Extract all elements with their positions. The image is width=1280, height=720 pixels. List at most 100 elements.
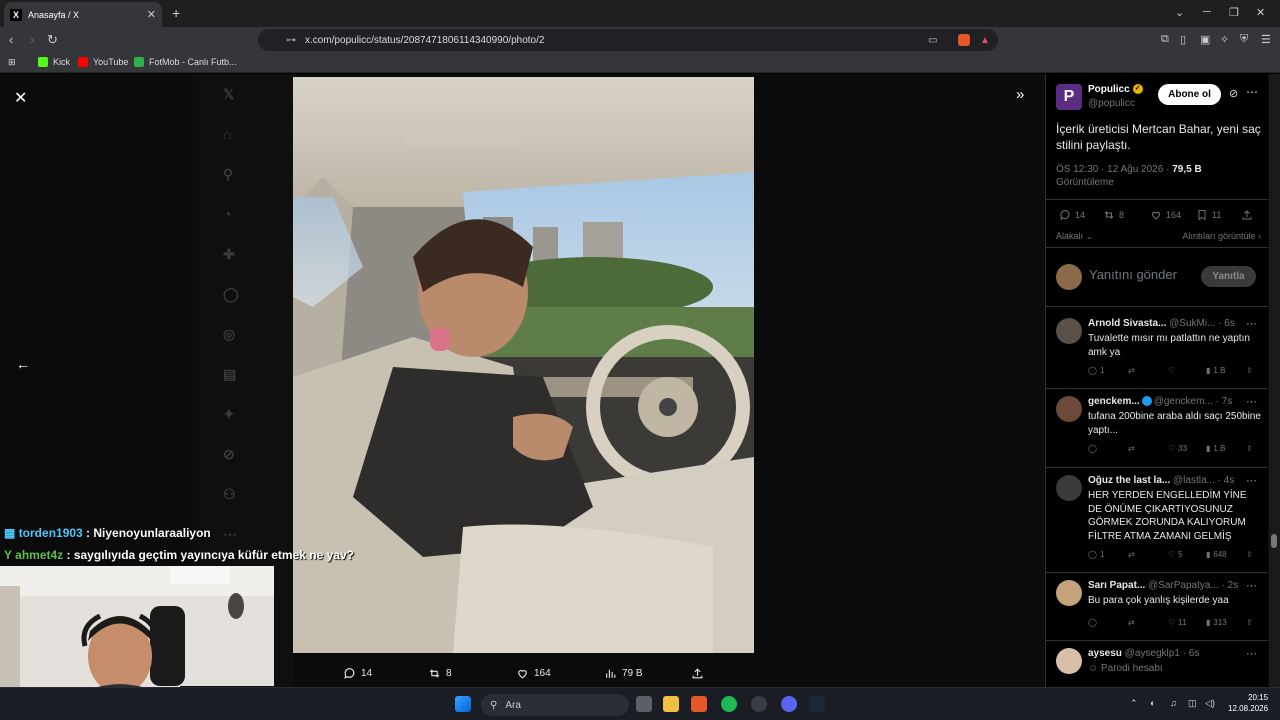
app-icon[interactable]	[751, 696, 767, 712]
repost-icon[interactable]: ⇄	[1128, 444, 1135, 453]
heart-icon[interactable]: ♡ 33	[1168, 444, 1187, 453]
minimize-icon[interactable]: ─	[1203, 6, 1211, 18]
brave-rewards-icon[interactable]: ▲	[980, 35, 990, 46]
reply-icon[interactable]: ◯	[1088, 618, 1097, 627]
share-icon[interactable]: ⇪	[1246, 618, 1253, 627]
brave-shield-icon[interactable]	[958, 34, 970, 46]
sidebar-icon[interactable]: ▯	[1180, 33, 1186, 46]
leo-ai-icon[interactable]: ✧	[1220, 33, 1229, 46]
author-name[interactable]: Populicc ✓	[1088, 84, 1143, 95]
grok-explain-icon[interactable]: ⊘	[1229, 87, 1238, 100]
scrollbar-thumb[interactable]	[1271, 534, 1277, 548]
share-icon[interactable]: ⇪	[1246, 550, 1253, 559]
reply-avatar[interactable]	[1056, 318, 1082, 344]
address-bar[interactable]: ⊶ x.com/populicc/status/2087471806114340…	[258, 29, 998, 51]
reply-icon[interactable]: ◯ 1	[1088, 366, 1104, 375]
share-action[interactable]	[691, 667, 704, 680]
file-explorer-icon[interactable]	[663, 696, 679, 712]
reply-stat[interactable]: 14	[1059, 209, 1085, 221]
repost-action[interactable]: 8	[428, 667, 452, 680]
cast-icon[interactable]: ▭	[928, 35, 937, 46]
windows-start-icon[interactable]	[455, 696, 471, 712]
maximize-icon[interactable]: ❐	[1229, 6, 1239, 19]
more-options-icon[interactable]: ⋯	[1246, 474, 1257, 487]
reply-item[interactable]: aysesu @aysegklp1 · 6s ⋯ ☺ Parodi hesabı	[1046, 644, 1268, 687]
like-action[interactable]: 164	[516, 667, 551, 680]
bookmark-kick[interactable]: Kick	[38, 57, 70, 67]
back-icon[interactable]: ‹	[9, 32, 13, 47]
more-options-icon[interactable]: ⋯	[1246, 317, 1257, 330]
menu-icon[interactable]: ☰	[1261, 33, 1271, 46]
forward-icon[interactable]: ›	[30, 32, 34, 47]
close-viewer-icon[interactable]: ✕	[14, 88, 27, 108]
repost-icon[interactable]: ⇄	[1128, 618, 1135, 627]
reply-icon[interactable]: ◯ 1	[1088, 550, 1104, 559]
bookmark-youtube[interactable]: YouTube	[78, 57, 128, 67]
repost-icon[interactable]: ⇄	[1128, 550, 1135, 559]
extensions-icon[interactable]: ⧉	[1161, 33, 1169, 46]
reply-item[interactable]: Arnold Sivasta... @SukMi... · 6s ⋯ Tuval…	[1046, 314, 1268, 386]
author-handle[interactable]: @populicc	[1088, 98, 1135, 109]
reply-icon[interactable]: ◯	[1088, 444, 1097, 453]
page-scrollbar[interactable]	[1269, 74, 1280, 687]
browser-tab[interactable]: X Anasayfa / X ✕	[4, 2, 162, 27]
more-options-icon[interactable]: ⋯	[1246, 85, 1258, 99]
more-options-icon[interactable]: ⋯	[1246, 395, 1257, 408]
heart-icon[interactable]: ♡ 11	[1168, 618, 1186, 627]
views-action[interactable]: 79 B	[604, 667, 643, 680]
sort-dropdown[interactable]: Alakalı ⌄	[1056, 231, 1093, 241]
tray-app-icon[interactable]: ◐	[1150, 698, 1155, 708]
share-icon[interactable]: ⇪	[1246, 444, 1253, 453]
share-stat[interactable]	[1241, 209, 1253, 221]
like-stat[interactable]: 164	[1150, 209, 1181, 221]
spotify-icon[interactable]	[721, 696, 737, 712]
follow-button[interactable]: Abone ol	[1158, 84, 1221, 105]
author-avatar[interactable]: P	[1056, 84, 1082, 110]
reply-avatar[interactable]	[1056, 648, 1082, 674]
reply-submit-button[interactable]: Yanıtla	[1201, 266, 1256, 287]
heart-icon[interactable]: ♡	[1168, 366, 1175, 375]
reload-icon[interactable]: ↻	[47, 32, 58, 48]
reply-avatar[interactable]	[1056, 475, 1082, 501]
views-icon[interactable]: ▮ 313	[1206, 618, 1227, 627]
heart-icon[interactable]: ♡ 5	[1168, 550, 1183, 559]
volume-icon[interactable]: ◁)	[1205, 698, 1215, 709]
tab-close-icon[interactable]: ✕	[147, 8, 156, 21]
reply-item[interactable]: Oğuz the last la... @lastla... · 4s ⋯ HE…	[1046, 471, 1268, 571]
repost-icon[interactable]: ⇄	[1128, 366, 1135, 375]
views-icon[interactable]: ▮ 648	[1206, 550, 1227, 559]
views-icon[interactable]: ▮ 1 B	[1206, 444, 1225, 453]
taskbar-search[interactable]: ⚲ Ara	[481, 694, 629, 716]
task-view-icon[interactable]	[636, 696, 652, 712]
window-close-icon[interactable]: ✕	[1256, 6, 1265, 19]
reply-item[interactable]: genckem... @genckem... · 7s ⋯ tufana 200b…	[1046, 392, 1268, 464]
bookmark-fotmob[interactable]: FotMob - Canlı Futb...	[134, 57, 237, 67]
microphone-icon[interactable]: ♫	[1170, 698, 1177, 708]
share-icon[interactable]: ⇪	[1246, 366, 1253, 375]
reply-avatar[interactable]	[1056, 396, 1082, 422]
tab-list-icon[interactable]: ⌄	[1175, 6, 1184, 19]
collapse-panel-icon[interactable]: »	[1016, 86, 1024, 103]
views-icon[interactable]: ▮ 1 B	[1206, 366, 1225, 375]
reply-item[interactable]: Sarı Papat... @SarPapatya... · 2s ⋯ Bu p…	[1046, 576, 1268, 638]
vpn-icon[interactable]: ⛨	[1240, 33, 1248, 46]
system-clock[interactable]: 20:15 12.08.2026	[1228, 692, 1268, 714]
apps-icon[interactable]: ⊞	[8, 57, 16, 68]
tray-chevron-icon[interactable]: ⌃	[1130, 698, 1138, 709]
reply-input[interactable]: Yanıtını gönder	[1089, 267, 1177, 282]
post-time[interactable]: ÖS 12:30 · 12 Ağu 2026 ·	[1056, 164, 1172, 175]
wallet-icon[interactable]: ▣	[1200, 33, 1210, 46]
discord-icon[interactable]	[781, 696, 797, 712]
view-quotes-link[interactable]: Alıntıları görüntüle ›	[1182, 231, 1261, 241]
bookmark-stat[interactable]: 11	[1196, 209, 1221, 221]
more-options-icon[interactable]: ⋯	[1246, 647, 1257, 660]
site-info-icon[interactable]: ⊶	[286, 35, 296, 46]
brave-icon[interactable]	[691, 696, 707, 712]
steam-icon[interactable]	[809, 696, 825, 712]
previous-photo-icon[interactable]: ←	[16, 356, 30, 372]
reply-action[interactable]: 14	[343, 667, 372, 680]
network-icon[interactable]: ◫	[1188, 698, 1197, 709]
repost-stat[interactable]: 8	[1103, 209, 1124, 221]
new-tab-icon[interactable]: +	[172, 5, 180, 21]
reply-avatar[interactable]	[1056, 580, 1082, 606]
